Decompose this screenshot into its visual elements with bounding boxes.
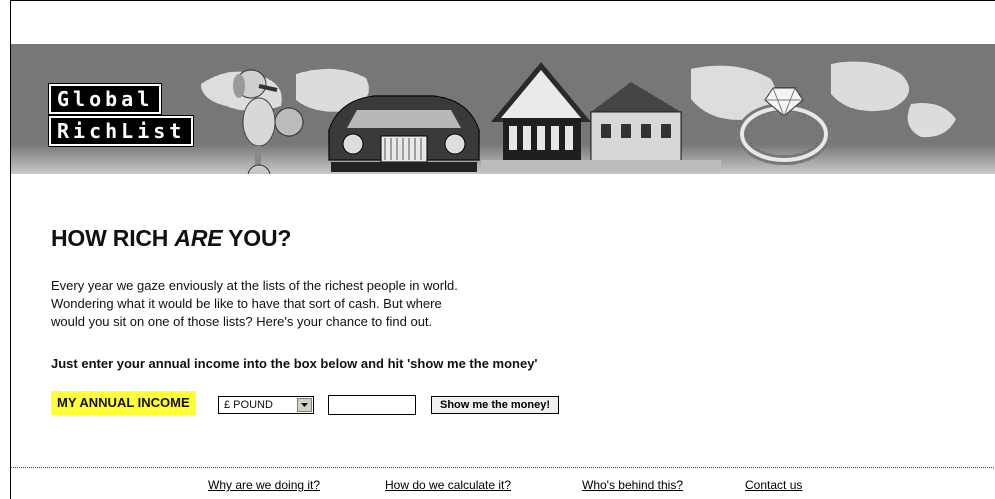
footer-link-who[interactable]: Who's behind this?	[582, 478, 683, 492]
currency-select[interactable]: £ POUND	[218, 396, 314, 414]
intro-line-3: would you sit on one of those lists? Her…	[51, 314, 433, 329]
footer-link-contact[interactable]: Contact us	[745, 478, 802, 492]
title-prefix: HOW RICH	[51, 225, 175, 251]
header-banner: Global RichList	[11, 44, 995, 174]
footer-link-why[interactable]: Why are we doing it?	[208, 478, 320, 492]
currency-selected-value: £ POUND	[224, 399, 273, 411]
logo-line2: RichList	[47, 115, 195, 147]
logo-line1: Global	[47, 83, 163, 115]
title-suffix: YOU?	[222, 225, 292, 251]
diamond-ring-image	[737, 87, 831, 165]
page-title: HOW RICH ARE YOU?	[51, 225, 291, 252]
income-input[interactable]	[328, 395, 416, 415]
intro-line-1: Every year we gaze enviously at the list…	[51, 278, 458, 293]
title-emphasis: ARE	[174, 225, 223, 251]
income-label: MY ANNUAL INCOME	[51, 391, 196, 415]
page-frame: Global RichList HOW RICH ARE YOU? Every …	[10, 0, 995, 499]
show-me-the-money-button[interactable]: Show me the money!	[431, 396, 560, 414]
rolls-royce-car-image	[328, 95, 480, 172]
intro-line-2: Wondering what it would be like to have …	[51, 296, 442, 311]
footer-divider	[11, 467, 995, 468]
instruction-text: Just enter your annual income into the b…	[51, 356, 538, 371]
chevron-down-icon[interactable]	[297, 398, 312, 412]
intro-paragraph: Every year we gaze enviously at the list…	[51, 277, 571, 331]
global-rich-list-logo[interactable]: Global RichList	[47, 83, 219, 174]
mansion-house-image	[481, 62, 721, 172]
footer-link-how[interactable]: How do we calculate it?	[385, 478, 511, 492]
